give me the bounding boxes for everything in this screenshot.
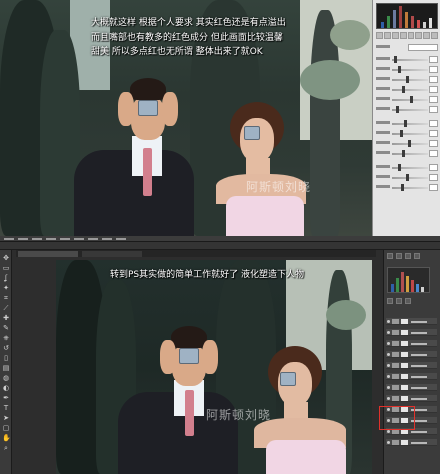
crop-icon[interactable]: ⌗: [2, 294, 10, 302]
caption-line: 而且嘴部也有教多的红色成分 但此画面比较温馨: [91, 33, 283, 43]
man-tie: [143, 148, 152, 196]
panel-icon[interactable]: [405, 298, 411, 304]
layer-row[interactable]: [386, 340, 437, 347]
eraser-icon[interactable]: ▯: [2, 354, 10, 362]
eye-icon[interactable]: [387, 342, 390, 345]
camera-raw-preview-image[interactable]: 大概就这样 根据个人要求 其实红色还是有点溢出 而且嘴部也有教多的红色成分 但此…: [0, 0, 372, 236]
text-icon[interactable]: T: [2, 404, 10, 412]
hand-icon[interactable]: ✋: [2, 434, 11, 442]
blur-icon[interactable]: ◍: [2, 374, 10, 382]
camera-raw-window: 大概就这样 根据个人要求 其实红色还是有点溢出 而且嘴部也有教多的红色成分 但此…: [0, 0, 440, 236]
camera-raw-panel-tabs[interactable]: [376, 32, 438, 39]
foliage: [330, 20, 370, 50]
right-panels: [383, 250, 440, 474]
eye-icon[interactable]: [387, 430, 390, 433]
pen-icon[interactable]: ✒: [2, 394, 10, 402]
layer-highlight-box: [379, 406, 415, 430]
caption-line: 大概就这样 根据个人要求 其实红色还是有点溢出: [91, 18, 286, 28]
eye-icon[interactable]: [387, 353, 390, 356]
eye-icon[interactable]: [387, 364, 390, 367]
layer-row[interactable]: [386, 439, 437, 446]
panel-icon[interactable]: [396, 298, 402, 304]
tools-panel: ✥ ▭ ʆ ✦ ⌗ ⟋ ✚ ✎ ⎈ ↺ ▯ ▤ ◍ ◐ ✒ T ➤ ▢ ✋ ⌕: [0, 250, 12, 474]
eye-icon[interactable]: [387, 375, 390, 378]
panel-icon[interactable]: [387, 253, 393, 259]
panel-icon[interactable]: [414, 253, 420, 259]
camera-raw-adjustment-panel: [372, 0, 440, 236]
dodge-icon[interactable]: ◐: [2, 384, 10, 392]
zoom-icon[interactable]: ⌕: [2, 444, 10, 452]
adjustment-slider[interactable]: [376, 164, 438, 172]
document-canvas[interactable]: 转到PS其实做的简单工作就好了 液化塑造下人物 阿斯顿刘晓: [56, 260, 372, 474]
document-tabs: [16, 250, 376, 257]
eye-icon[interactable]: [387, 331, 390, 334]
adjustment-slider[interactable]: [376, 86, 438, 94]
camera-prop: [138, 100, 158, 116]
woman-dress: [266, 440, 346, 474]
man-hand: [202, 340, 218, 374]
adjustment-slider[interactable]: [376, 66, 438, 74]
document-tab[interactable]: [18, 251, 78, 257]
eye-icon[interactable]: [387, 386, 390, 389]
white-balance-dropdown[interactable]: [376, 44, 438, 52]
layer-row[interactable]: [386, 373, 437, 380]
marquee-icon[interactable]: ▭: [2, 264, 10, 272]
layer-row[interactable]: [386, 384, 437, 391]
foliage: [300, 60, 360, 100]
man-hand: [118, 92, 134, 126]
stamp-icon[interactable]: ⎈: [2, 334, 10, 342]
foliage: [326, 300, 366, 330]
watermark-text: 阿斯顿刘晓: [246, 180, 312, 194]
path-select-icon[interactable]: ➤: [2, 414, 10, 422]
camera-prop: [244, 126, 260, 140]
panel-icon[interactable]: [387, 298, 393, 304]
adjustment-slider[interactable]: [376, 130, 438, 138]
adjustment-slider[interactable]: [376, 106, 438, 114]
brush-icon[interactable]: ✎: [2, 324, 10, 332]
move-icon[interactable]: ✥: [2, 254, 10, 262]
eye-icon[interactable]: [387, 320, 390, 323]
watermark-text: 阿斯顿刘晓: [206, 408, 272, 422]
shape-icon[interactable]: ▢: [2, 424, 10, 432]
camera-prop: [179, 348, 199, 364]
man-hair: [130, 78, 166, 100]
adjustment-slider[interactable]: [376, 120, 438, 128]
gradient-icon[interactable]: ▤: [2, 364, 10, 372]
woman-face: [240, 118, 274, 162]
wand-icon[interactable]: ✦: [2, 284, 10, 292]
adjustment-slider[interactable]: [376, 76, 438, 84]
panel-icon[interactable]: [396, 253, 402, 259]
caption-line: 转到PS其实做的简单工作就好了 液化塑造下人物: [110, 270, 305, 280]
panel-icon[interactable]: [405, 253, 411, 259]
adjustment-slider[interactable]: [376, 184, 438, 192]
camera-raw-histogram: [376, 3, 438, 29]
layer-row[interactable]: [386, 329, 437, 336]
layer-row[interactable]: [386, 395, 437, 402]
navigator-histogram: [387, 267, 430, 293]
layer-row[interactable]: [386, 362, 437, 369]
heal-icon[interactable]: ✚: [2, 314, 10, 322]
adjustment-slider[interactable]: [376, 150, 438, 158]
camera-prop: [280, 372, 296, 386]
man-hand: [160, 340, 176, 374]
layer-row[interactable]: [386, 351, 437, 358]
man-hair: [171, 326, 207, 348]
lasso-icon[interactable]: ʆ: [2, 274, 10, 282]
eyedropper-icon[interactable]: ⟋: [2, 304, 10, 312]
adjustment-slider[interactable]: [376, 96, 438, 104]
history-brush-icon[interactable]: ↺: [2, 344, 10, 352]
adjustment-slider[interactable]: [376, 174, 438, 182]
eye-icon[interactable]: [387, 441, 390, 444]
man-tie: [185, 390, 194, 436]
caption-line: 甜美 所以多点红也无所谓 整体出来了就OK: [91, 47, 263, 57]
adjustment-slider[interactable]: [376, 56, 438, 64]
photoshop-window: ✥ ▭ ʆ ✦ ⌗ ⟋ ✚ ✎ ⎈ ↺ ▯ ▤ ◍ ◐ ✒ T ➤ ▢ ✋ ⌕ 转到PS其实做的简单工作就好了 液化塑…: [0, 236, 440, 474]
layer-row[interactable]: [386, 318, 437, 325]
man-hand: [162, 92, 178, 126]
adjustment-slider[interactable]: [376, 140, 438, 148]
woman-dress: [226, 196, 304, 236]
options-bar[interactable]: [0, 242, 440, 250]
eye-icon[interactable]: [387, 397, 390, 400]
document-tab[interactable]: [82, 251, 142, 257]
